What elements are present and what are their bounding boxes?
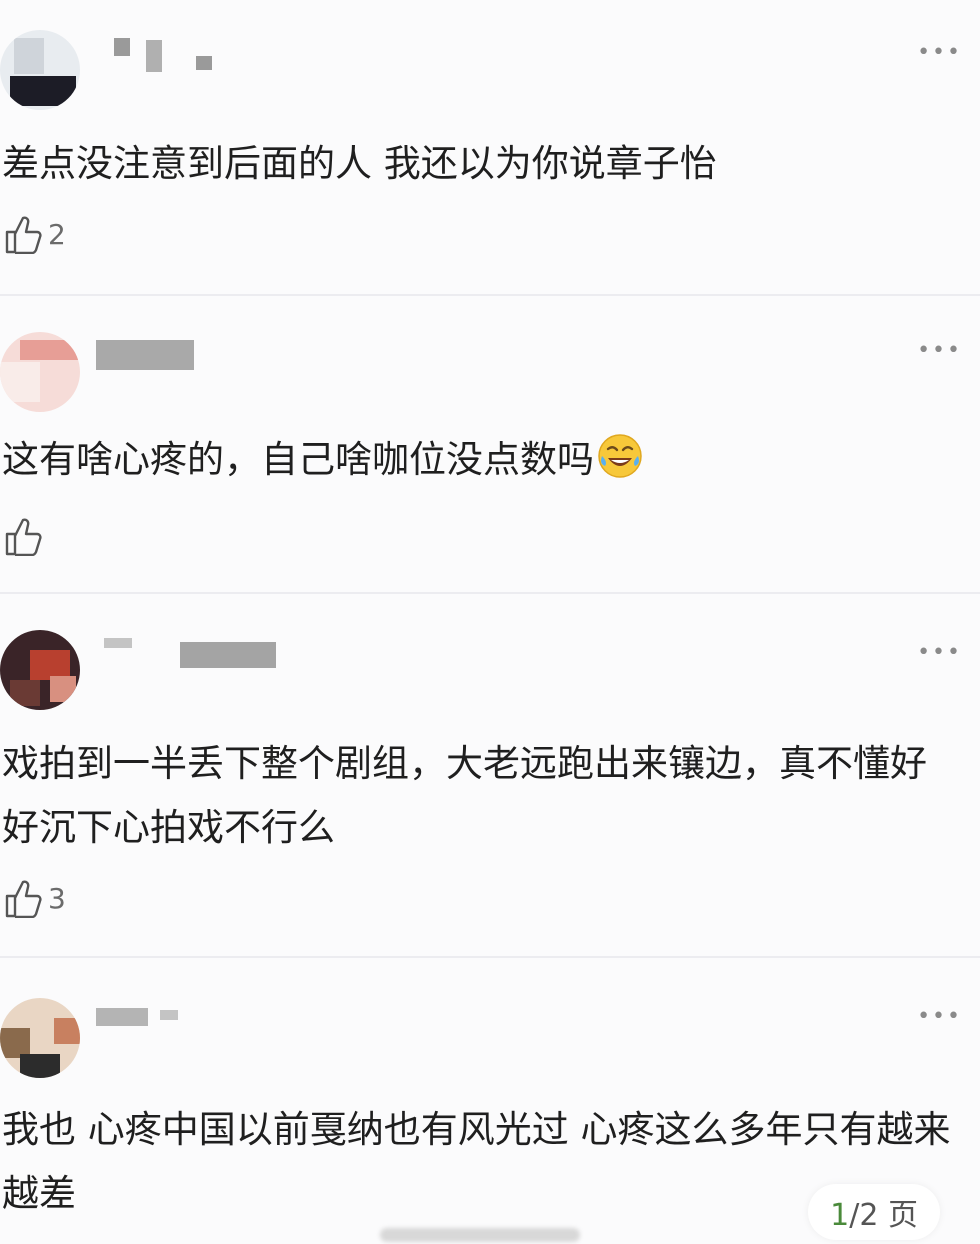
page-indicator[interactable]: 1/2 页 (808, 1184, 940, 1240)
avatar[interactable] (0, 998, 80, 1078)
comment-1: ••• 差点没注意到后面的人 我还以为你说章子怡 2 (0, 0, 980, 294)
like-button[interactable]: 2 (4, 214, 66, 254)
page-total: /2 页 (849, 1198, 918, 1233)
like-button[interactable]: 3 (4, 878, 66, 918)
avatar[interactable] (0, 30, 80, 110)
comment-text-body: 这有啥心疼的，自己啥咖位没点数吗 (2, 438, 594, 481)
username[interactable] (96, 1004, 182, 1038)
comment-text: 戏拍到一半丢下整个剧组，大老远跑出来镶边，真不懂好好沉下心拍戏不行么 (2, 742, 927, 849)
thumbs-up-icon (4, 516, 42, 556)
laughing-tears-emoji (598, 434, 642, 478)
like-count: 3 (48, 881, 66, 915)
avatar[interactable] (0, 332, 80, 412)
more-dots-icon[interactable]: ••• (917, 338, 962, 363)
current-page: 1 (830, 1198, 850, 1233)
more-dots-icon[interactable]: ••• (917, 40, 962, 65)
like-count: 2 (48, 217, 66, 251)
comment-3: ••• 戏拍到一半丢下整个剧组，大老远跑出来镶边，真不懂好好沉下心拍戏不行么 3 (0, 594, 980, 954)
comment-2: ••• 这有啥心疼的，自己啥咖位没点数吗 (0, 296, 980, 592)
thumbs-up-icon (4, 878, 42, 918)
avatar[interactable] (0, 630, 80, 710)
more-dots-icon[interactable]: ••• (917, 640, 962, 665)
thumbs-up-icon (4, 214, 42, 254)
username[interactable] (104, 634, 280, 668)
watermark (380, 1228, 580, 1242)
comment-text: 这有啥心疼的，自己啥咖位没点数吗 (2, 428, 962, 492)
username[interactable] (110, 38, 220, 72)
more-dots-icon[interactable]: ••• (917, 1004, 962, 1029)
username[interactable] (96, 340, 196, 374)
comment-text: 差点没注意到后面的人 我还以为你说章子怡 (2, 142, 717, 185)
like-button[interactable] (4, 516, 48, 556)
